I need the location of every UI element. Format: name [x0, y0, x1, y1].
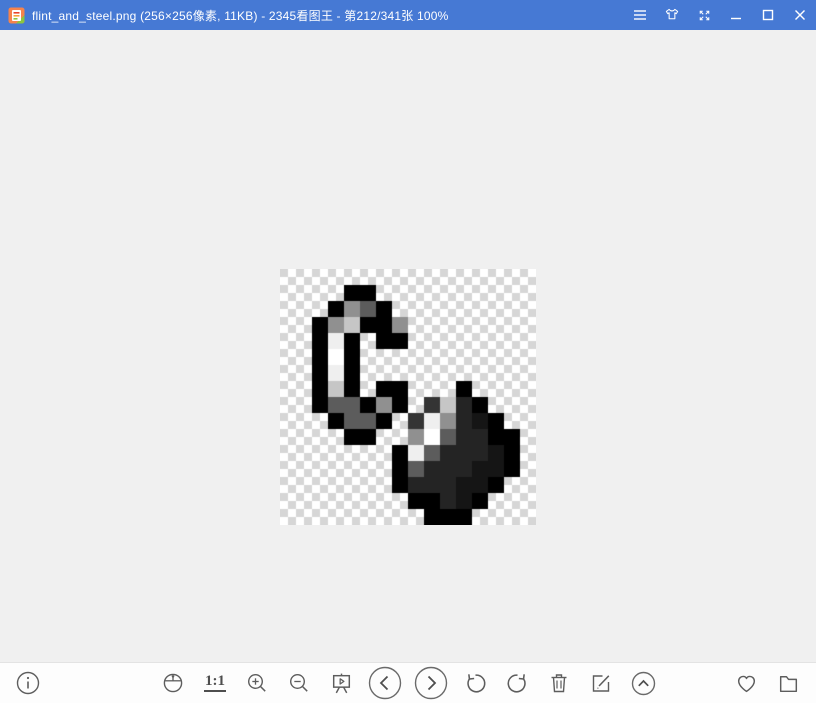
titlebar: flint_and_steel.png (256×256像素, 11KB) - … [0, 0, 816, 30]
rotate-cw-icon [507, 673, 526, 693]
delete-image-button[interactable] [543, 667, 575, 699]
theme-button[interactable] [656, 0, 688, 30]
zoom-in-button[interactable] [241, 667, 273, 699]
actual-size-button[interactable]: 1:1 [199, 667, 231, 699]
one-to-one-icon: 1:1 [204, 674, 226, 692]
fullscreen-button[interactable] [688, 0, 720, 30]
edit-pencil-icon [592, 675, 610, 692]
flint-and-steel-image[interactable] [280, 269, 536, 525]
chevron-right-circle-icon [414, 666, 448, 700]
heart-icon [737, 675, 755, 692]
minimize-button[interactable] [720, 0, 752, 30]
close-button[interactable] [784, 0, 816, 30]
toolbar-left-group [12, 663, 44, 703]
rotate-left-button[interactable] [459, 667, 491, 699]
window-title: flint_and_steel.png (256×256像素, 11KB) - … [32, 8, 449, 23]
more-tools-button[interactable] [627, 667, 659, 699]
rotate-right-button[interactable] [501, 667, 533, 699]
chevron-left-circle-icon [368, 666, 402, 700]
menu-icon [634, 10, 646, 20]
folder-icon [779, 675, 797, 692]
magnifier-minus-icon [289, 673, 308, 692]
trash-icon [551, 674, 567, 693]
maximize-icon [762, 9, 774, 21]
slideshow-button[interactable] [325, 667, 357, 699]
magnifier-plus-icon [247, 673, 266, 692]
chevron-up-circle-icon [631, 671, 655, 695]
toolbar-right-group [730, 663, 804, 703]
favorite-button[interactable] [730, 667, 762, 699]
mouse-settings-button[interactable] [157, 667, 189, 699]
zoom-out-button[interactable] [283, 667, 315, 699]
minimize-icon [731, 17, 741, 20]
close-icon [795, 10, 805, 20]
edit-image-button[interactable] [585, 667, 617, 699]
slideshow-icon [332, 673, 350, 693]
previous-image-button[interactable] [367, 665, 403, 701]
image-view-area[interactable] [0, 30, 816, 662]
next-image-button[interactable] [413, 665, 449, 701]
menu-button[interactable] [624, 0, 656, 30]
fullscreen-icon [699, 10, 709, 20]
maximize-button[interactable] [752, 0, 784, 30]
app-logo-icon [8, 7, 25, 23]
image-info-button[interactable] [12, 667, 44, 699]
theme-shirt-icon [665, 8, 679, 20]
mouse-icon [163, 673, 183, 693]
open-folder-button[interactable] [772, 667, 804, 699]
toolbar-center-group: 1:1 [157, 663, 659, 703]
info-circle-icon [16, 671, 40, 695]
rotate-ccw-icon [466, 673, 485, 693]
bottom-toolbar: 1:1 [0, 662, 816, 703]
